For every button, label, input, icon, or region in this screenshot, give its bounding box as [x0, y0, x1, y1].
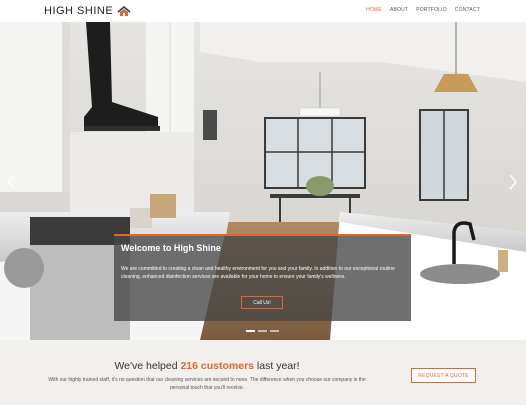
- slider-next-arrow-icon[interactable]: [508, 174, 518, 190]
- customer-count: 216 customers: [180, 360, 255, 372]
- cta-heading-before: We've helped: [114, 360, 181, 372]
- caption-accent-bar: [114, 234, 411, 236]
- main-nav: HOME ABOUT PORTFOLIO CONTACT: [366, 7, 480, 13]
- hero-text: We are committed to creating a clean and…: [121, 266, 395, 280]
- site-header: HIGH SHINE HOME ABOUT PORTFOLIO CONTACT: [0, 0, 526, 22]
- hero-title: Welcome to High Shine: [121, 243, 221, 253]
- brand-name: HIGH SHINE: [44, 5, 114, 17]
- nav-about[interactable]: ABOUT: [390, 7, 408, 13]
- slider-dot[interactable]: [258, 330, 267, 332]
- nav-home[interactable]: HOME: [366, 7, 382, 13]
- roof-logo-icon: [117, 5, 131, 16]
- nav-portfolio[interactable]: PORTFOLIO: [416, 7, 447, 13]
- slider-dot[interactable]: [270, 330, 279, 332]
- cta-heading-after: last year!: [254, 360, 300, 372]
- cta-subtext: With our highly trained staff, it's no q…: [48, 377, 366, 391]
- logo[interactable]: HIGH SHINE: [44, 4, 131, 18]
- nav-contact[interactable]: CONTACT: [455, 7, 480, 13]
- cta-heading: We've helped 216 customers last year!: [0, 360, 414, 372]
- slider-dot[interactable]: [246, 330, 255, 332]
- call-us-button[interactable]: Call Us!: [241, 296, 283, 309]
- slider-prev-arrow-icon[interactable]: [6, 174, 16, 190]
- hero-caption-box: Welcome to High Shine We are committed t…: [114, 234, 411, 321]
- cta-section: We've helped 216 customers last year! Wi…: [0, 340, 526, 405]
- slider-dots: [246, 330, 279, 332]
- request-quote-button[interactable]: REQUEST A QUOTE: [411, 368, 476, 383]
- hero-slider: Welcome to High Shine We are committed t…: [0, 22, 526, 340]
